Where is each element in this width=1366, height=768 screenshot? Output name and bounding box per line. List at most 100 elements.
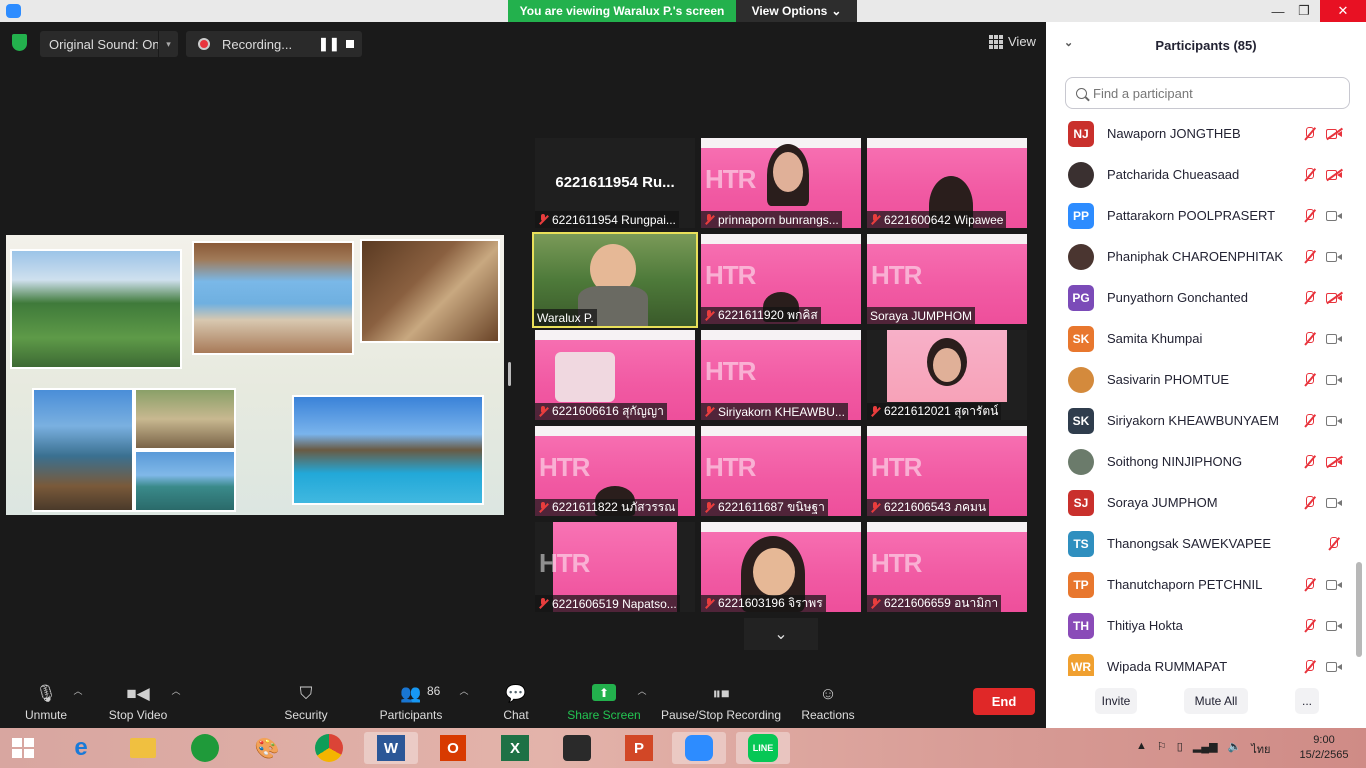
green-app-icon[interactable]	[188, 732, 222, 764]
share-screen-button[interactable]: ⬆ Share Screen	[566, 676, 642, 726]
unmute-button[interactable]: 🎙 Unmute	[18, 676, 74, 726]
participant-video-tile[interactable]: 6221612021 สุดารัตน์	[867, 330, 1027, 420]
participant-tile-label: Siriyakorn KHEAWBU...	[701, 403, 848, 420]
maximize-button[interactable]: ❐	[1288, 0, 1320, 22]
participant-video-tile[interactable]: HTR 6221611920 พกคิส	[701, 234, 861, 324]
original-sound-toggle[interactable]: Original Sound: On ▾	[40, 31, 178, 57]
participant-row[interactable]: Phaniphak CHAROENPHITAKPO...	[1046, 236, 1358, 277]
participant-list-scrollbar[interactable]	[1356, 562, 1362, 657]
teams-style-icon[interactable]	[560, 732, 594, 764]
chevron-up-icon[interactable]: ︿	[171, 684, 180, 697]
chevron-down-icon[interactable]: ▾	[158, 31, 178, 57]
line-app-icon[interactable]: LINE	[736, 732, 790, 764]
more-options-button[interactable]: ...	[1295, 688, 1319, 714]
avatar: PG	[1068, 284, 1094, 311]
participant-row[interactable]: PG Punyathorn Gonchanted	[1046, 277, 1358, 318]
paint-icon[interactable]: 🎨	[250, 732, 284, 764]
zoom-icon[interactable]	[672, 732, 726, 764]
slide-banner	[867, 522, 1027, 532]
recording-dot-icon	[198, 38, 210, 50]
chevron-down-icon[interactable]: ⌄	[1064, 36, 1073, 49]
participant-video-tile[interactable]: HTR 6221611822 นภัสวรรณ	[535, 426, 695, 516]
participant-video-tile[interactable]: 6221611954 Ru... 6221611954 Rungpai...	[535, 138, 695, 228]
excel-icon[interactable]: X	[498, 732, 532, 764]
participant-video-tile[interactable]: HTR Siriyakorn KHEAWBU...	[701, 330, 861, 420]
security-button[interactable]: ⛉ Security	[280, 676, 332, 726]
participant-row[interactable]: SK Samita Khumpai	[1046, 318, 1358, 359]
chat-button[interactable]: 💬 Chat	[496, 676, 536, 726]
participant-tile-name: 6221606659 อนามิกา	[884, 596, 999, 610]
stop-icon[interactable]	[346, 40, 354, 48]
participant-tile-name: 6221611822 นภัสวรรณ	[552, 500, 676, 514]
avatar: TH	[1068, 612, 1094, 639]
participant-video-tile[interactable]: 6221603196 จิราพร	[701, 522, 861, 612]
participant-row[interactable]: Soithong NINJIPHONG	[1046, 441, 1358, 482]
participant-video-tile[interactable]: 6221600642 Wipawee	[867, 138, 1027, 228]
participant-row[interactable]: TH Thitiya Hokta	[1046, 605, 1358, 646]
participant-video-tile[interactable]: HTR 6221606659 อนามิกา	[867, 522, 1027, 612]
stop-video-button[interactable]: ■◀ Stop Video	[104, 676, 172, 726]
participant-name: Punyathorn Gonchanted	[1107, 290, 1248, 305]
slide-htr-text: HTR	[705, 356, 756, 386]
chrome-icon[interactable]	[312, 732, 346, 764]
participant-row[interactable]: PP Pattarakorn POOLPRASERT	[1046, 195, 1358, 236]
participant-row[interactable]: WR Wipada RUMMAPAT	[1046, 646, 1358, 676]
pause-stop-recording-button[interactable]: ⏸⏹ Pause/Stop Recording	[660, 676, 782, 726]
chevron-up-icon[interactable]: ▲	[1136, 740, 1147, 758]
next-page-chevron-icon[interactable]: ⌄	[744, 618, 818, 650]
avatar: SK	[1068, 407, 1094, 434]
end-meeting-button[interactable]: End	[973, 688, 1035, 715]
participant-row[interactable]: Patcharida Chueasaad	[1046, 154, 1358, 195]
participant-video-tile[interactable]: HTR 6221606543 ภคมน	[867, 426, 1027, 516]
participants-button[interactable]: 👥 86 Participants	[376, 676, 446, 726]
battery-icon[interactable]: ▯	[1177, 740, 1183, 758]
participant-video-tile[interactable]: 6221606616 สุกัญญา	[535, 330, 695, 420]
participant-row[interactable]: NJ Nawaporn JONGTHEB	[1046, 113, 1358, 154]
participant-row[interactable]: TS Thanongsak SAWEKVAPEE	[1046, 523, 1358, 564]
participant-video-tile[interactable]: HTR 6221611687 ขนิษฐา	[701, 426, 861, 516]
participant-tile-label: 6221606519 Napatso...	[535, 595, 680, 612]
chevron-up-icon[interactable]: ︿	[73, 684, 82, 697]
split-view-divider[interactable]	[508, 362, 511, 386]
flag-icon[interactable]: ⚐	[1157, 740, 1167, 758]
participant-face	[933, 348, 961, 382]
chevron-up-icon[interactable]: ︿	[637, 684, 646, 697]
view-layout-button[interactable]: View	[989, 34, 1036, 49]
word-icon[interactable]: W	[364, 732, 418, 764]
participant-name: Soithong NINJIPHONG	[1107, 454, 1243, 469]
participant-search-input[interactable]: Find a participant	[1065, 77, 1350, 109]
muted-mic-icon	[870, 406, 880, 417]
encryption-shield-icon[interactable]	[12, 34, 27, 51]
smiley-plus-icon: ☺	[819, 684, 837, 703]
system-clock[interactable]: 9:00 15/2/2565	[1294, 733, 1354, 763]
participant-row[interactable]: SK Siriyakorn KHEAWBUNYAEM	[1046, 400, 1358, 441]
participant-name: Thanongsak SAWEKVAPEE	[1107, 536, 1272, 551]
participant-video-tile[interactable]: HTR 6221606519 Napatso...	[535, 522, 695, 612]
powerpoint-icon[interactable]: P	[622, 732, 656, 764]
participant-video-tile[interactable]: HTR Soraya JUMPHOM	[867, 234, 1027, 324]
volume-icon[interactable]: 🔈	[1228, 740, 1242, 758]
active-speaker-tile[interactable]: Waralux P.	[532, 232, 698, 328]
participant-row[interactable]: TP Thanutchaporn PETCHNIL	[1046, 564, 1358, 605]
windows-start-icon[interactable]	[12, 738, 34, 758]
language-indicator[interactable]: ไทย	[1251, 740, 1270, 758]
internet-explorer-icon[interactable]: e	[64, 732, 98, 764]
window-titlebar: You are viewing Waralux P.'s screen View…	[0, 0, 1366, 22]
participant-row[interactable]: SJ Soraya JUMPHOM	[1046, 482, 1358, 523]
office-icon[interactable]: O	[436, 732, 470, 764]
participant-video-tile[interactable]: HTR prinnaporn bunrangs...	[701, 138, 861, 228]
invite-button[interactable]: Invite	[1095, 688, 1137, 714]
view-options-button[interactable]: View Options ⌄	[736, 0, 857, 22]
slide-htr-text: HTR	[539, 452, 590, 482]
file-explorer-icon[interactable]	[126, 732, 160, 764]
avatar: SJ	[1068, 489, 1094, 516]
chevron-up-icon[interactable]: ︿	[459, 684, 468, 697]
close-window-button[interactable]: ✕	[1320, 0, 1366, 22]
pause-stop-recording-label: Pause/Stop Recording	[660, 708, 782, 722]
signal-icon[interactable]: ▂▄▆	[1193, 740, 1218, 758]
participant-row[interactable]: Sasivarin PHOMTUE	[1046, 359, 1358, 400]
pause-icon[interactable]: ❚❚	[318, 36, 340, 52]
mute-all-button[interactable]: Mute All	[1184, 688, 1248, 714]
reactions-button[interactable]: ☺ Reactions	[800, 676, 856, 726]
resort-interior-photo	[360, 239, 500, 343]
